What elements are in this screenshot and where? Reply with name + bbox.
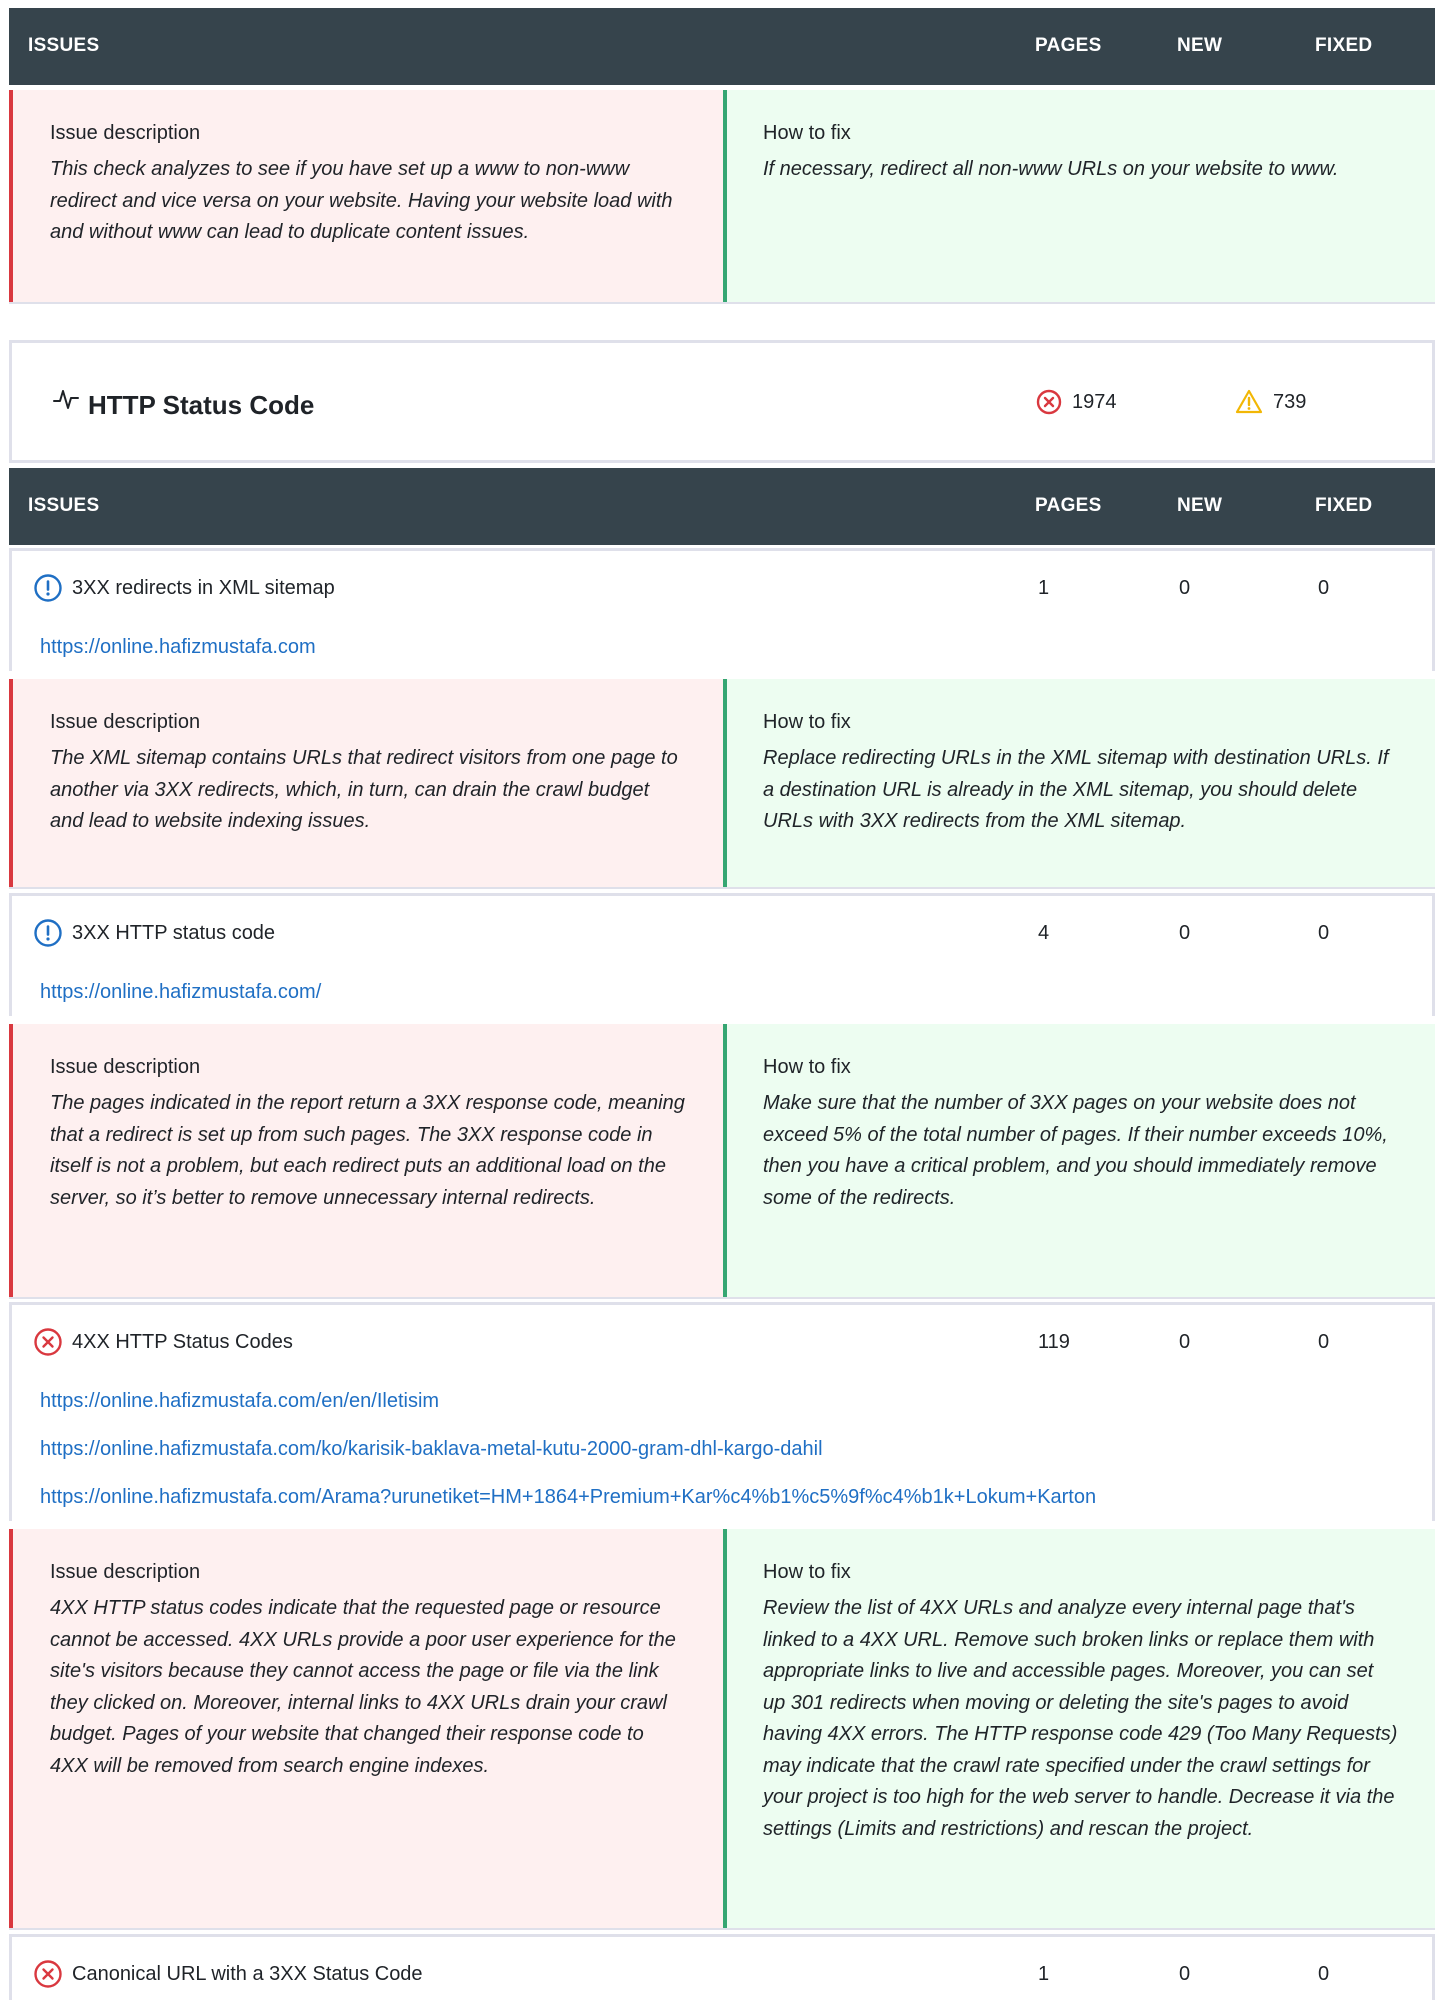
col-fixed[interactable]: FIXED bbox=[1315, 35, 1372, 57]
group-warning-count[interactable]: 739 bbox=[1235, 389, 1306, 415]
how-to-fix-panel: How to fix If necessary, redirect all no… bbox=[723, 90, 1435, 302]
error-icon bbox=[34, 1328, 62, 1356]
issue-details: Issue description This check analyzes to… bbox=[9, 90, 1435, 304]
issue-url-link[interactable]: https://online.hafizmustafa.com/en/en/Il… bbox=[9, 1377, 1435, 1425]
how-to-fix-panel: How to fix Review the list of 4XX URLs a… bbox=[723, 1529, 1435, 1928]
how-to-fix-text: Replace redirecting URLs in the XML site… bbox=[763, 747, 1389, 832]
issue-url-link[interactable]: https://online.hafizmustafa.com/ bbox=[9, 968, 1435, 1016]
issue-new-count[interactable]: 0 bbox=[1179, 1331, 1190, 1354]
issue-row[interactable]: 3XX HTTP status code 4 0 0 bbox=[9, 893, 1435, 968]
pulse-icon bbox=[53, 390, 79, 409]
group-warning-count-value: 739 bbox=[1273, 390, 1307, 413]
issue-url-link[interactable]: https://online.hafizmustafa.com/Arama?ur… bbox=[9, 1473, 1435, 1521]
issue-pages-count[interactable]: 119 bbox=[1038, 1331, 1070, 1354]
issue-description-title: Issue description bbox=[50, 122, 201, 144]
issue-fixed-count[interactable]: 0 bbox=[1318, 1963, 1329, 1986]
how-to-fix-panel: How to fix Make sure that the number of … bbox=[723, 1024, 1435, 1297]
issue-name: 3XX HTTP status code bbox=[72, 922, 276, 944]
issue-description-panel: Issue description 4XX HTTP status codes … bbox=[9, 1529, 723, 1928]
issue-pages-count[interactable]: 4 bbox=[1038, 922, 1049, 945]
issue-description-panel: Issue description The pages indicated in… bbox=[9, 1024, 723, 1297]
how-to-fix-panel: How to fix Replace redirecting URLs in t… bbox=[723, 679, 1435, 887]
issue-pages-count[interactable]: 1 bbox=[1038, 577, 1049, 600]
group-title: HTTP Status Code bbox=[88, 390, 315, 420]
issue-description-text: The pages indicated in the report return… bbox=[50, 1092, 685, 1209]
issue-description-title: Issue description bbox=[50, 711, 201, 733]
issue-details: Issue description 4XX HTTP status codes … bbox=[9, 1529, 1435, 1930]
group-error-count-value: 1974 bbox=[1072, 390, 1117, 413]
issue-url-link[interactable]: https://online.hafizmustafa.com bbox=[9, 623, 1435, 671]
issue-fixed-count[interactable]: 0 bbox=[1318, 577, 1329, 600]
issue-name: 4XX HTTP Status Codes bbox=[72, 1331, 293, 1353]
issue-details: Issue description The XML sitemap contai… bbox=[9, 679, 1435, 889]
col-new[interactable]: NEW bbox=[1177, 495, 1222, 517]
issue-url-link[interactable]: https://online.hafizmustafa.com/ko/karis… bbox=[9, 1425, 1435, 1473]
col-fixed[interactable]: FIXED bbox=[1315, 495, 1372, 517]
issue-new-count[interactable]: 0 bbox=[1179, 577, 1190, 600]
issue-new-count[interactable]: 0 bbox=[1179, 922, 1190, 945]
issue-description-text: 4XX HTTP status codes indicate that the … bbox=[50, 1597, 676, 1777]
col-new[interactable]: NEW bbox=[1177, 35, 1222, 57]
issue-description-title: Issue description bbox=[50, 1056, 201, 1078]
error-icon bbox=[34, 1960, 62, 1988]
issue-new-count[interactable]: 0 bbox=[1179, 1963, 1190, 1986]
col-pages[interactable]: PAGES bbox=[1035, 35, 1102, 57]
issue-fixed-count[interactable]: 0 bbox=[1318, 922, 1329, 945]
issue-description-panel: Issue description The XML sitemap contai… bbox=[9, 679, 723, 887]
how-to-fix-text: Review the list of 4XX URLs and analyze … bbox=[763, 1597, 1398, 1840]
col-issues[interactable]: ISSUES bbox=[28, 495, 100, 517]
group-error-count[interactable]: 1974 bbox=[1036, 389, 1117, 415]
how-to-fix-title: How to fix bbox=[763, 711, 851, 733]
group-header-http-status-code[interactable]: HTTP Status Code 1974 739 bbox=[9, 340, 1435, 463]
issue-name: 3XX redirects in XML sitemap bbox=[72, 577, 335, 599]
error-icon bbox=[1036, 389, 1062, 415]
how-to-fix-title: How to fix bbox=[763, 1056, 851, 1078]
how-to-fix-text: If necessary, redirect all non-www URLs … bbox=[763, 158, 1339, 180]
issue-details: Issue description The pages indicated in… bbox=[9, 1024, 1435, 1299]
issue-description-text: The XML sitemap contains URLs that redir… bbox=[50, 747, 678, 832]
warning-icon bbox=[1235, 389, 1263, 414]
issue-row[interactable]: 4XX HTTP Status Codes 119 0 0 bbox=[9, 1302, 1435, 1377]
info-icon bbox=[34, 919, 62, 947]
issue-pages-count[interactable]: 1 bbox=[1038, 1963, 1049, 1986]
issue-description-panel: Issue description This check analyzes to… bbox=[9, 90, 723, 302]
issue-row[interactable]: Canonical URL with a 3XX Status Code 1 0… bbox=[9, 1934, 1435, 2000]
how-to-fix-title: How to fix bbox=[763, 1561, 851, 1583]
issue-fixed-count[interactable]: 0 bbox=[1318, 1331, 1329, 1354]
info-icon bbox=[34, 574, 62, 602]
issues-table-header: ISSUES PAGES NEW FIXED bbox=[9, 468, 1435, 545]
how-to-fix-title: How to fix bbox=[763, 122, 851, 144]
how-to-fix-text: Make sure that the number of 3XX pages o… bbox=[763, 1092, 1388, 1209]
issue-description-text: This check analyzes to see if you have s… bbox=[50, 158, 673, 243]
issues-table-header: ISSUES PAGES NEW FIXED bbox=[9, 8, 1435, 85]
issue-description-title: Issue description bbox=[50, 1561, 201, 1583]
issue-row[interactable]: 3XX redirects in XML sitemap 1 0 0 bbox=[9, 548, 1435, 623]
col-pages[interactable]: PAGES bbox=[1035, 495, 1102, 517]
col-issues[interactable]: ISSUES bbox=[28, 35, 100, 57]
issue-name: Canonical URL with a 3XX Status Code bbox=[72, 1963, 423, 1985]
